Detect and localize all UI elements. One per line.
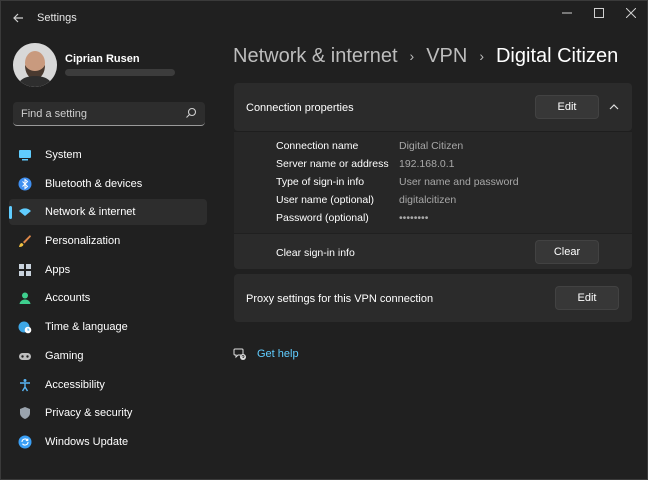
close-icon bbox=[626, 8, 636, 18]
sidebar-item-label: Time & language bbox=[45, 321, 128, 334]
edit-connection-button[interactable]: Edit bbox=[535, 95, 599, 119]
connection-properties-card: Connection properties Edit bbox=[234, 83, 632, 131]
breadcrumb-network[interactable]: Network & internet bbox=[233, 45, 398, 68]
sidebar-item-privacy[interactable]: Privacy & security bbox=[9, 400, 207, 426]
maximize-icon bbox=[594, 8, 604, 18]
proxy-settings-card: Proxy settings for this VPN connection E… bbox=[234, 274, 632, 322]
get-help-label[interactable]: Get help bbox=[257, 348, 299, 360]
clear-signin-label: Clear sign-in info bbox=[276, 247, 355, 259]
breadcrumb-vpn[interactable]: VPN bbox=[426, 45, 467, 68]
sidebar-item-personalization[interactable]: Personalization bbox=[9, 228, 207, 254]
gamepad-icon bbox=[19, 352, 31, 360]
property-label: Type of sign-in info bbox=[276, 176, 365, 188]
title-bar: Settings bbox=[1, 1, 647, 35]
breadcrumb-separator: › bbox=[409, 48, 415, 64]
back-button[interactable] bbox=[9, 9, 27, 27]
brush-icon bbox=[19, 235, 31, 248]
sidebar-item-accessibility[interactable]: Accessibility bbox=[9, 372, 207, 398]
apps-icon bbox=[19, 263, 31, 276]
window-controls bbox=[551, 1, 647, 27]
bluetooth-icon bbox=[18, 177, 32, 191]
update-icon bbox=[18, 435, 32, 449]
search-icon[interactable] bbox=[185, 107, 197, 119]
chevron-up-icon[interactable] bbox=[607, 100, 621, 114]
sidebar-item-windows-update[interactable]: Windows Update bbox=[9, 429, 207, 455]
minimize-icon bbox=[562, 12, 572, 14]
wifi-icon bbox=[19, 208, 31, 217]
sidebar-item-time-language[interactable]: Time & language bbox=[9, 314, 207, 340]
sidebar-item-label: Network & internet bbox=[45, 206, 136, 219]
back-arrow-icon bbox=[13, 13, 23, 23]
sidebar-item-label: Windows Update bbox=[45, 435, 129, 448]
sidebar-item-label: Bluetooth & devices bbox=[45, 177, 143, 190]
sidebar-item-label: Personalization bbox=[45, 235, 121, 248]
accessibility-icon bbox=[20, 378, 30, 391]
shield-icon bbox=[20, 407, 30, 420]
sidebar-item-label: System bbox=[45, 149, 82, 161]
accounts-icon bbox=[19, 292, 31, 305]
proxy-settings-title: Proxy settings for this VPN connection bbox=[246, 293, 434, 305]
clear-button[interactable]: Clear bbox=[535, 240, 599, 264]
breadcrumb: Network & internet › VPN › Digital Citiz… bbox=[233, 43, 618, 69]
breadcrumb-separator: › bbox=[479, 48, 484, 64]
sidebar-item-label: Apps bbox=[45, 263, 71, 276]
clear-signin-row: Clear sign-in info Clear bbox=[234, 234, 632, 269]
system-icon bbox=[19, 150, 31, 161]
help-chat-icon bbox=[233, 348, 246, 360]
settings-window: Settings Ciprian Rusen Find a setting Sy… bbox=[0, 0, 648, 480]
property-label: Server name or address bbox=[276, 158, 389, 170]
sidebar-item-bluetooth[interactable]: Bluetooth & devices bbox=[9, 171, 207, 197]
property-label: User name (optional) bbox=[276, 194, 375, 206]
app-title: Settings bbox=[37, 12, 77, 24]
page-title: Digital Citizen bbox=[495, 44, 619, 67]
search-box[interactable]: Find a setting bbox=[13, 102, 205, 126]
property-value: 192.168.0.1 bbox=[399, 158, 455, 170]
property-value: Digital Citizen bbox=[399, 140, 464, 152]
sidebar-item-label: Gaming bbox=[45, 349, 84, 362]
get-help-link[interactable]: Get help bbox=[233, 346, 299, 362]
property-label: Connection name bbox=[276, 140, 359, 152]
connection-properties-title: Connection properties bbox=[246, 102, 354, 114]
property-value: User name and password bbox=[399, 176, 519, 188]
property-label: Password (optional) bbox=[276, 212, 369, 224]
property-value: digitalcitizen bbox=[399, 194, 457, 206]
maximize-button[interactable] bbox=[583, 1, 615, 25]
edit-proxy-button[interactable]: Edit bbox=[555, 286, 619, 310]
connection-details: Connection name Digital Citizen Server n… bbox=[234, 131, 632, 233]
globe-clock-icon bbox=[18, 321, 32, 334]
avatar-photo-icon bbox=[13, 43, 57, 87]
minimize-button[interactable] bbox=[551, 1, 583, 25]
sidebar-item-label: Accounts bbox=[45, 292, 91, 305]
sidebar-item-accounts[interactable]: Accounts bbox=[9, 285, 207, 311]
sidebar-item-apps[interactable]: Apps bbox=[9, 257, 207, 283]
sidebar-item-gaming[interactable]: Gaming bbox=[9, 343, 207, 369]
profile-email-redacted bbox=[65, 69, 175, 76]
sidebar-item-network[interactable]: Network & internet bbox=[9, 199, 207, 226]
sidebar-nav: System Bluetooth & devices Network & int… bbox=[9, 142, 207, 458]
property-value: •••••••• bbox=[399, 212, 429, 224]
search-input[interactable]: Find a setting bbox=[21, 108, 87, 120]
sidebar-item-label: Accessibility bbox=[45, 378, 105, 391]
sidebar-item-label: Privacy & security bbox=[45, 407, 133, 420]
connection-properties-header[interactable]: Connection properties Edit bbox=[234, 83, 632, 131]
avatar[interactable] bbox=[13, 43, 57, 87]
profile-name: Ciprian Rusen bbox=[65, 53, 140, 65]
close-button[interactable] bbox=[615, 1, 647, 25]
sidebar-item-system[interactable]: System bbox=[9, 142, 207, 168]
